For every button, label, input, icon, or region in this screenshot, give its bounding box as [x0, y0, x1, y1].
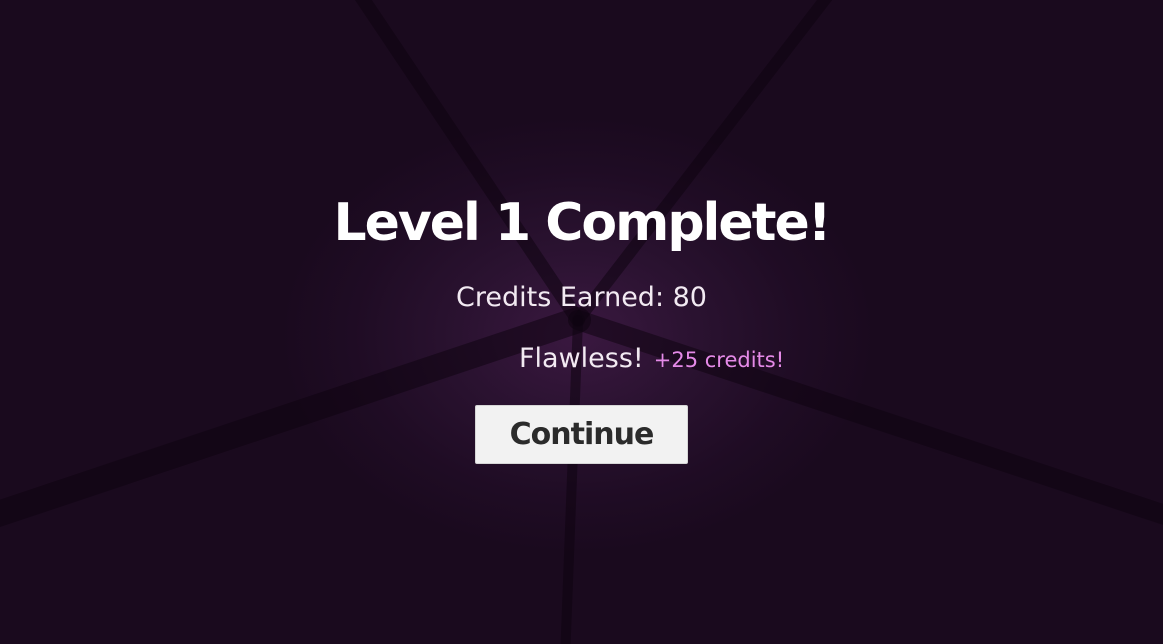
credits-earned-text: Credits Earned: 80: [456, 282, 707, 313]
flawless-label: Flawless!: [519, 343, 644, 374]
bonus-credits-text: +25 credits!: [653, 348, 785, 372]
bonus-row: Flawless! +25 credits!: [519, 340, 784, 378]
continue-button[interactable]: Continue: [475, 405, 688, 464]
background-rays: [0, 0, 1163, 644]
ray-upper-right: [572, 0, 833, 326]
level-complete-title: Level 1 Complete!: [333, 193, 831, 253]
ray-upper-left: [354, 0, 585, 327]
